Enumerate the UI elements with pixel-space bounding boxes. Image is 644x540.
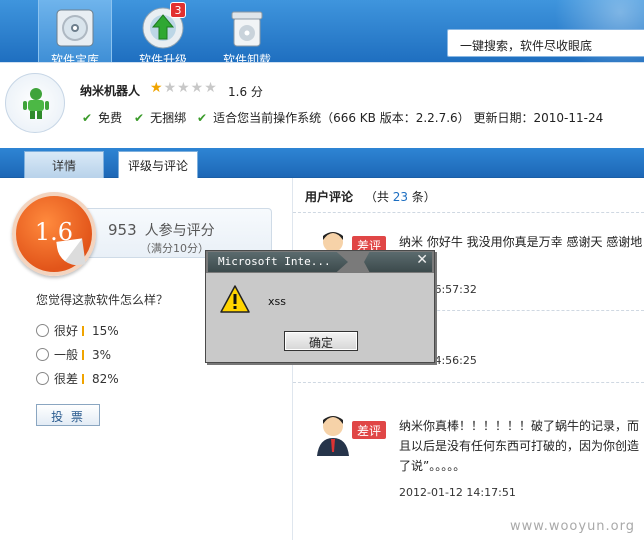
vote-option-average[interactable]: 一般 3%	[36, 346, 111, 363]
comments-title: 用户评论	[305, 190, 354, 204]
feature-label: 适合您当前操作系统（666 KB 版本：2.2.7.6） 更新日期：2010-1…	[213, 111, 604, 125]
pct-bar	[82, 350, 85, 360]
vote-button[interactable]: 投 票	[36, 404, 100, 426]
tool-label: 软件升级	[138, 53, 187, 62]
comment-text: 纳米你真棒！！！！！！破了蜗牛的记录，而且以后是没有任何东西可打破的，因为你创造…	[399, 419, 640, 473]
negative-review-tag: 差评	[352, 421, 386, 439]
tab-bar: 详情 评级与评论	[0, 148, 644, 178]
watermark: www.wooyun.org	[510, 519, 636, 534]
tool-software-upgrade[interactable]: 3 软件升级	[126, 0, 200, 62]
tool-label: 软件宝库	[50, 53, 99, 62]
pct-bar	[82, 374, 85, 384]
alert-dialog: Microsoft Inte... ✕ xss 确定	[205, 250, 435, 363]
dialog-message: xss	[268, 295, 286, 308]
warning-icon	[220, 285, 250, 313]
cd-icon	[56, 9, 94, 47]
app-name: 纳米机器人	[80, 84, 141, 98]
comments-count-prefix: （共	[364, 190, 389, 204]
comments-header: 用户评论 （共 23 条）	[305, 188, 436, 205]
rating-stars: ★★★★★	[150, 80, 218, 96]
tab-reviews[interactable]: 评级与评论	[118, 151, 198, 178]
option-pct: 82%	[92, 372, 119, 386]
top-toolbar: 软件宝库 3 软件升级 软件卸载 一键搜索，软件尽收眼底	[0, 0, 644, 62]
pct-bar	[82, 326, 85, 336]
vote-suffix: 人参与评分	[144, 223, 215, 239]
full-score-note: （满分10分）	[140, 242, 209, 255]
app-info-panel: 纳米机器人 ★★★★★ 1.6 分 ✔ 免费 ✔ 无捆绑 ✔ 适合您当前操作系统（66…	[0, 62, 644, 148]
radio-button[interactable]	[36, 372, 49, 385]
upgrade-count-badge: 3	[170, 2, 186, 18]
feature-free: ✔ 免费	[82, 109, 122, 126]
vote-count: 953 人参与评分	[108, 220, 215, 240]
radio-button[interactable]	[36, 348, 49, 361]
tool-software-uninstall[interactable]: 软件卸载	[210, 0, 284, 62]
option-label: 很差	[54, 372, 79, 386]
comments-count: 23	[392, 190, 408, 204]
feature-label: 无捆绑	[150, 111, 187, 125]
radio-button[interactable]	[36, 324, 49, 337]
dialog-title-tab: Microsoft Inte...	[208, 252, 348, 272]
comments-count-suffix: 条）	[411, 190, 436, 204]
tool-label: 软件卸载	[222, 53, 271, 62]
comment-date: 2012-01-12 14:17:51	[399, 486, 516, 499]
feature-label: 免费	[98, 111, 123, 125]
star-empty-icon: ★★★★	[163, 80, 218, 96]
tool-software-library[interactable]: 软件宝库	[38, 0, 112, 62]
search-input[interactable]: 一键搜索，软件尽收眼底	[447, 29, 644, 57]
vote-option-good[interactable]: 很好 15%	[36, 322, 119, 339]
star-half-icon: ★	[150, 80, 164, 96]
robot-icon	[23, 88, 49, 119]
option-pct: 15%	[92, 324, 119, 338]
feature-compat: ✔ 适合您当前操作系统（666 KB 版本：2.2.7.6） 更新日期：2010-…	[197, 109, 603, 126]
vote-option-bad[interactable]: 很差 82%	[36, 370, 119, 387]
divider	[293, 382, 644, 383]
feature-no-bundle: ✔ 无捆绑	[134, 109, 186, 126]
vote-number: 953	[108, 221, 137, 239]
option-pct: 3%	[92, 348, 112, 362]
check-icon: ✔	[197, 111, 208, 125]
app-icon	[5, 73, 65, 133]
trash-icon	[231, 11, 263, 47]
dialog-titlebar: Microsoft Inte... ✕	[206, 251, 434, 273]
dialog-title: Microsoft Inte...	[218, 255, 331, 268]
comment-text: 纳米 你好牛 我没用你真是万幸 感谢天 感谢地 软件	[399, 235, 643, 269]
tab-details[interactable]: 详情	[24, 151, 104, 178]
app-score: 1.6 分	[228, 85, 263, 99]
divider	[293, 212, 644, 213]
close-icon[interactable]: ✕	[416, 252, 428, 268]
ok-button[interactable]: 确定	[284, 331, 358, 351]
check-icon: ✔	[82, 111, 93, 125]
check-icon: ✔	[134, 111, 145, 125]
option-label: 一般	[54, 348, 79, 362]
option-label: 很好	[54, 324, 79, 338]
vote-question: 您觉得这款软件怎么样？	[36, 293, 169, 307]
avatar-icon	[317, 416, 349, 456]
